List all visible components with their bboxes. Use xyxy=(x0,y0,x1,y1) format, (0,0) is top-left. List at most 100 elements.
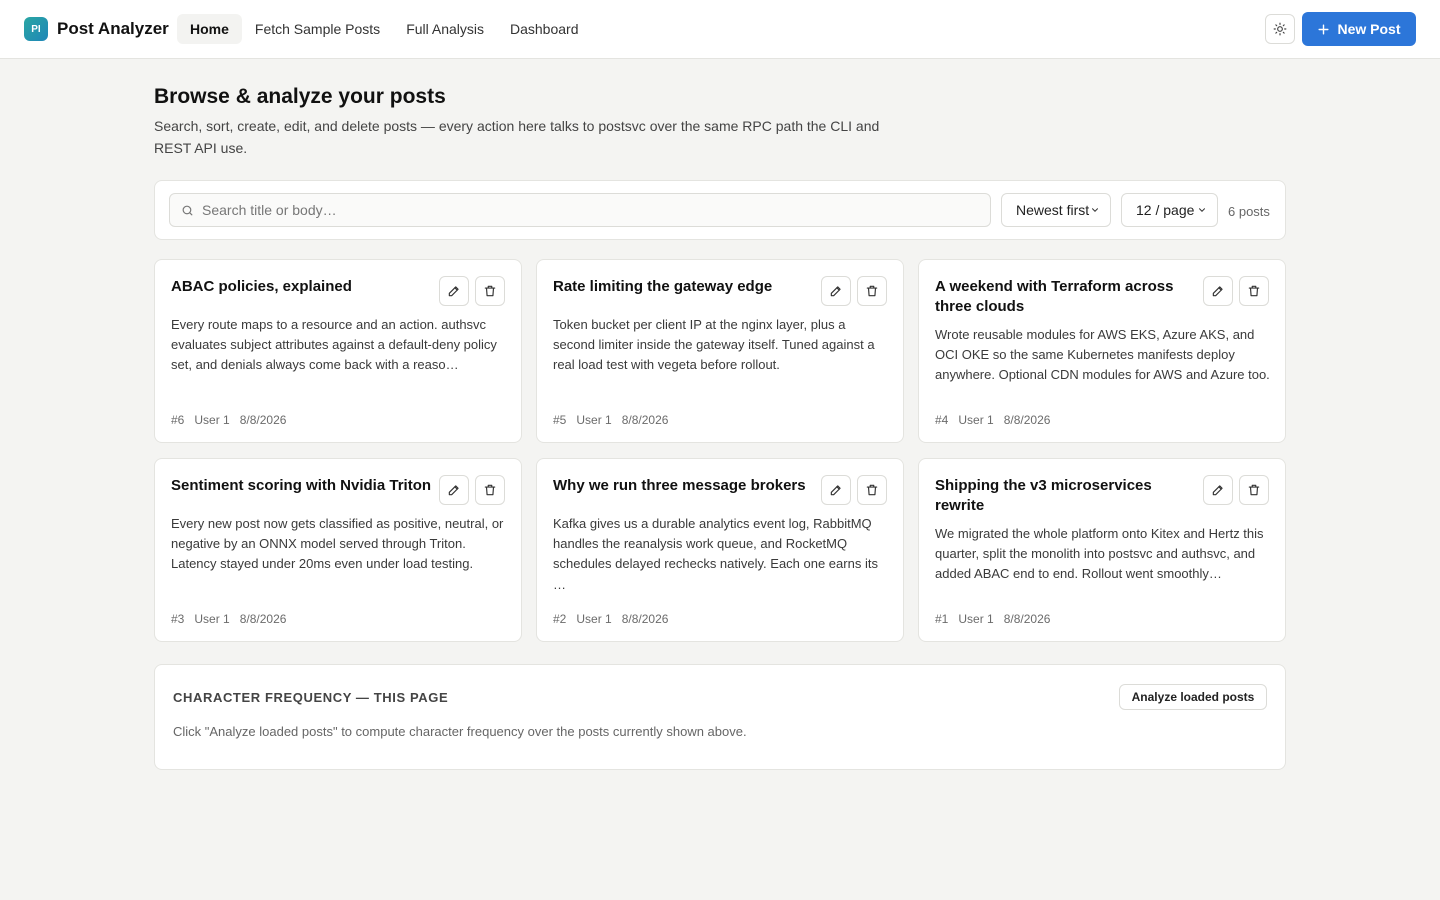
post-id: #2 xyxy=(553,612,567,626)
edit-post-button[interactable] xyxy=(439,276,469,306)
trash-icon xyxy=(866,285,878,297)
plus-icon xyxy=(1318,23,1330,35)
post-card: A weekend with Terraform across three cl… xyxy=(918,259,1286,443)
top-bar: PI Post Analyzer Home Fetch Sample Posts… xyxy=(0,0,1440,59)
trash-icon xyxy=(1248,285,1260,297)
post-actions xyxy=(439,276,505,306)
post-title: Rate limiting the gateway edge xyxy=(553,278,773,295)
post-card: ABAC policies, explained Every route map… xyxy=(154,259,522,443)
filter-toolbar: Newest first 12 / page 6 posts xyxy=(154,180,1286,240)
delete-post-button[interactable] xyxy=(1239,475,1269,505)
post-body: We migrated the whole platform onto Kite… xyxy=(935,526,1264,582)
pencil-icon xyxy=(448,286,459,297)
post-author: User 1 xyxy=(576,612,612,626)
post-title: Shipping the v3 microservices rewrite xyxy=(935,477,1152,514)
pencil-icon xyxy=(1212,286,1223,297)
pencil-icon xyxy=(1212,485,1223,496)
delete-post-button[interactable] xyxy=(857,276,887,306)
post-body: Token bucket per client IP at the nginx … xyxy=(553,317,875,373)
post-card: Sentiment scoring with Nvidia Triton Eve… xyxy=(154,458,522,642)
per-page-select[interactable]: 12 / page xyxy=(1121,193,1218,227)
post-meta: #2 User 1 8/8/2026 xyxy=(553,612,668,626)
char-frequency-panel: CHARACTER FREQUENCY — THIS PAGE Analyze … xyxy=(154,664,1286,770)
char-frequency-title: CHARACTER FREQUENCY — THIS PAGE xyxy=(173,690,449,705)
edit-post-button[interactable] xyxy=(821,276,851,306)
post-id: #1 xyxy=(935,612,949,626)
post-body: Kafka gives us a durable analytics event… xyxy=(553,516,878,592)
trash-icon xyxy=(866,484,878,496)
sun-icon xyxy=(1273,22,1287,36)
tab-fetch-sample-posts[interactable]: Fetch Sample Posts xyxy=(242,14,393,44)
new-post-button[interactable]: New Post xyxy=(1302,12,1416,46)
post-id: #5 xyxy=(553,413,567,427)
post-body: Every route maps to a resource and an ac… xyxy=(171,317,497,373)
post-meta: #3 User 1 8/8/2026 xyxy=(171,612,286,626)
main-nav: Home Fetch Sample Posts Full Analysis Da… xyxy=(177,14,592,44)
post-date: 8/8/2026 xyxy=(239,413,287,427)
post-id: #6 xyxy=(171,413,185,427)
edit-post-button[interactable] xyxy=(1203,475,1233,505)
post-author: User 1 xyxy=(958,413,994,427)
pencil-icon xyxy=(830,485,841,496)
sort-select[interactable]: Newest first xyxy=(1001,193,1111,227)
trash-icon xyxy=(484,285,496,297)
edit-post-button[interactable] xyxy=(1203,276,1233,306)
post-meta: #4 User 1 8/8/2026 xyxy=(935,413,1050,427)
tab-dashboard[interactable]: Dashboard xyxy=(497,14,592,44)
app-logo: PI xyxy=(24,17,48,41)
post-title: ABAC policies, explained xyxy=(171,278,352,295)
post-author: User 1 xyxy=(958,612,994,626)
char-frequency-hint: Click "Analyze loaded posts" to compute … xyxy=(173,724,747,739)
delete-post-button[interactable] xyxy=(475,276,505,306)
pencil-icon xyxy=(448,485,459,496)
post-actions xyxy=(1203,276,1269,306)
post-body: Every new post now gets classified as po… xyxy=(171,516,504,572)
post-count: 6 posts xyxy=(1228,204,1270,219)
per-page-select-value: 12 / page xyxy=(1136,202,1195,218)
analyze-loaded-posts-button[interactable]: Analyze loaded posts xyxy=(1119,684,1267,710)
edit-post-button[interactable] xyxy=(439,475,469,505)
page-subtitle: Search, sort, create, edit, and delete p… xyxy=(154,118,880,156)
post-author: User 1 xyxy=(194,413,230,427)
brand[interactable]: PI Post Analyzer xyxy=(24,17,169,41)
page-title: Browse & analyze your posts xyxy=(154,85,446,108)
post-date: 8/8/2026 xyxy=(621,413,669,427)
post-title: A weekend with Terraform across three cl… xyxy=(935,278,1174,315)
post-date: 8/8/2026 xyxy=(1003,413,1051,427)
delete-post-button[interactable] xyxy=(1239,276,1269,306)
post-id: #4 xyxy=(935,413,949,427)
post-title: Sentiment scoring with Nvidia Triton xyxy=(171,477,432,494)
post-date: 8/8/2026 xyxy=(239,612,287,626)
sort-select-value: Newest first xyxy=(1016,202,1090,218)
trash-icon xyxy=(484,484,496,496)
pencil-icon xyxy=(830,286,841,297)
post-body: Wrote reusable modules for AWS EKS, Azur… xyxy=(935,327,1270,383)
trash-icon xyxy=(1248,484,1260,496)
post-meta: #5 User 1 8/8/2026 xyxy=(553,413,668,427)
post-card: Rate limiting the gateway edge Token buc… xyxy=(536,259,904,443)
search-box xyxy=(169,193,991,227)
delete-post-button[interactable] xyxy=(475,475,505,505)
post-meta: #6 User 1 8/8/2026 xyxy=(171,413,286,427)
post-card: Shipping the v3 microservices rewrite We… xyxy=(918,458,1286,642)
tab-home[interactable]: Home xyxy=(177,14,242,44)
chevron-down-icon xyxy=(1092,208,1098,212)
search-input[interactable] xyxy=(202,202,962,218)
post-date: 8/8/2026 xyxy=(621,612,669,626)
edit-post-button[interactable] xyxy=(821,475,851,505)
post-meta: #1 User 1 8/8/2026 xyxy=(935,612,1050,626)
post-actions xyxy=(821,475,887,505)
post-card: Why we run three message brokers Kafka g… xyxy=(536,458,904,642)
delete-post-button[interactable] xyxy=(857,475,887,505)
tab-full-analysis[interactable]: Full Analysis xyxy=(393,14,497,44)
post-date: 8/8/2026 xyxy=(1003,612,1051,626)
post-actions xyxy=(1203,475,1269,505)
search-icon xyxy=(181,204,194,217)
chevron-down-icon xyxy=(1199,208,1205,212)
post-author: User 1 xyxy=(194,612,230,626)
new-post-label: New Post xyxy=(1337,21,1401,37)
theme-toggle-button[interactable] xyxy=(1265,14,1295,44)
post-actions xyxy=(439,475,505,505)
post-author: User 1 xyxy=(576,413,612,427)
post-title: Why we run three message brokers xyxy=(553,477,806,494)
